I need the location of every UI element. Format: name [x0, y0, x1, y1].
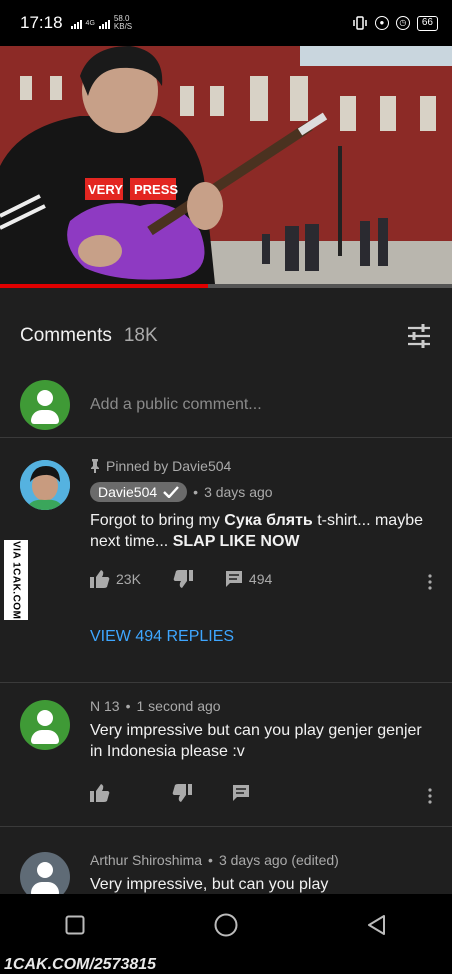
bottom-watermark-text: 1CAK.COM/2573815	[4, 956, 157, 973]
comment-text-bold1: Сука блять	[224, 512, 313, 529]
thumbs-down-icon	[173, 570, 193, 588]
davie-avatar-image	[20, 460, 70, 510]
home-button[interactable]	[213, 912, 239, 938]
commenter-avatar[interactable]	[20, 852, 70, 894]
comment-actions: 23K 494	[90, 570, 432, 588]
comment-actions	[90, 784, 432, 802]
comment-thread: Arthur Shiroshima • 3 days ago (edited) …	[0, 842, 452, 894]
meta-dot: •	[208, 852, 213, 868]
side-watermark: VIA 1CAK.COM	[4, 540, 28, 620]
net-speed-unit: KB/S	[113, 22, 133, 31]
triangle-back-icon	[367, 915, 385, 935]
comment-time: 3 days ago	[204, 484, 273, 500]
comment-author[interactable]: Arthur Shiroshima	[90, 852, 202, 868]
comment-author[interactable]: N 13	[90, 698, 120, 714]
shirt-text-2: PRESS	[134, 182, 178, 197]
reply-icon	[233, 785, 249, 801]
side-watermark-text: VIA 1CAK.COM	[10, 540, 22, 620]
back-button[interactable]	[364, 912, 390, 938]
network-type: 4G	[85, 19, 95, 27]
comment-meta: N 13 • 1 second ago	[90, 698, 432, 714]
comments-count: 18K	[123, 325, 158, 346]
thumbs-up-icon	[90, 784, 110, 802]
pin-icon	[91, 459, 99, 473]
comment-time: 3 days ago (edited)	[218, 852, 339, 868]
status-time: 17:18	[20, 13, 63, 32]
dislike-button[interactable]	[173, 570, 193, 588]
verified-check-icon	[163, 486, 180, 498]
more-options-icon[interactable]	[428, 788, 432, 804]
net-speed: 58.0 KB/S	[114, 15, 132, 31]
video-player[interactable]: VERY PRESS	[0, 46, 452, 284]
meta-dot: •	[125, 698, 131, 714]
signal-bars-2-icon	[98, 17, 110, 29]
vibrate-icon	[353, 16, 367, 30]
add-comment-row[interactable]: Add a public comment...	[0, 372, 452, 438]
comment-text: Very impressive but can you play genjer …	[90, 722, 422, 760]
comment-text: Very impressive, but can you play	[90, 876, 329, 893]
meta-dot: •	[193, 484, 199, 500]
view-replies-link[interactable]: VIEW 494 REPLIES	[90, 628, 234, 645]
comment-thread-pinned: Pinned by Davie504 Davie504 • 3 days ago…	[0, 450, 452, 680]
system-nav-bar	[0, 894, 452, 956]
like-button[interactable]: 23K	[90, 570, 141, 588]
video-progress-fill	[0, 284, 208, 288]
status-bar: 17:18 4G 58.0 KB/S ● ◷ 66	[0, 0, 452, 46]
signal-bars-icon	[70, 17, 82, 29]
like-count: 23K	[116, 571, 141, 587]
davie-avatar[interactable]	[20, 460, 70, 510]
comment-text-part1: Forgot to bring my	[90, 512, 225, 529]
thumbs-down-icon	[172, 784, 192, 802]
recents-button[interactable]	[62, 912, 88, 938]
commenter-avatar[interactable]	[20, 700, 70, 750]
video-progress-bar[interactable]	[0, 284, 452, 288]
comment-meta: Davie504 • 3 days ago	[90, 482, 432, 502]
my-avatar	[20, 379, 70, 430]
view-replies-row: VIEW 494 REPLIES	[90, 628, 432, 646]
video-frame: VERY PRESS	[0, 46, 452, 284]
shirt-text-1: VERY	[88, 182, 123, 197]
comments-header: Comments 18K	[0, 302, 452, 370]
square-icon	[65, 915, 85, 935]
comment-thread: N 13 • 1 second ago Very impressive but …	[0, 690, 452, 820]
reply-button[interactable]	[232, 784, 250, 802]
pinned-label: Pinned by Davie504	[106, 458, 232, 474]
reply-count: 494	[248, 571, 273, 587]
lock-icon: ●	[374, 16, 389, 30]
reply-button[interactable]: 494	[225, 570, 272, 588]
divider-2	[0, 826, 452, 827]
comment-meta: Arthur Shiroshima • 3 days ago (edited)	[90, 852, 432, 868]
battery-icon: 66	[416, 15, 438, 31]
circle-icon	[214, 913, 238, 937]
comment-text-bold2: SLAP LIKE NOW	[172, 533, 300, 550]
reply-icon	[225, 571, 242, 587]
bottom-watermark: 1CAK.COM/2573815	[0, 956, 452, 974]
status-icons: ● ◷ 66	[352, 15, 438, 31]
signal-indicator: 4G 58.0 KB/S	[70, 15, 132, 31]
sort-filter-icon[interactable]	[406, 323, 432, 349]
alarm-icon: ◷	[395, 16, 410, 30]
comment-time: 1 second ago	[136, 698, 221, 714]
add-comment-input[interactable]: Add a public comment...	[90, 396, 262, 414]
divider-1	[0, 682, 452, 683]
comment-author[interactable]: Davie504	[98, 484, 157, 500]
more-options-icon[interactable]	[428, 574, 432, 590]
thumbs-up-icon	[90, 570, 110, 588]
author-chip[interactable]: Davie504	[90, 482, 188, 502]
comments-title: Comments	[20, 325, 112, 346]
like-button[interactable]	[90, 784, 110, 802]
comment-text: Forgot to bring my Сука блять t-shirt...…	[90, 510, 432, 552]
pinned-label-row: Pinned by Davie504	[90, 458, 432, 474]
dislike-button[interactable]	[172, 784, 192, 802]
